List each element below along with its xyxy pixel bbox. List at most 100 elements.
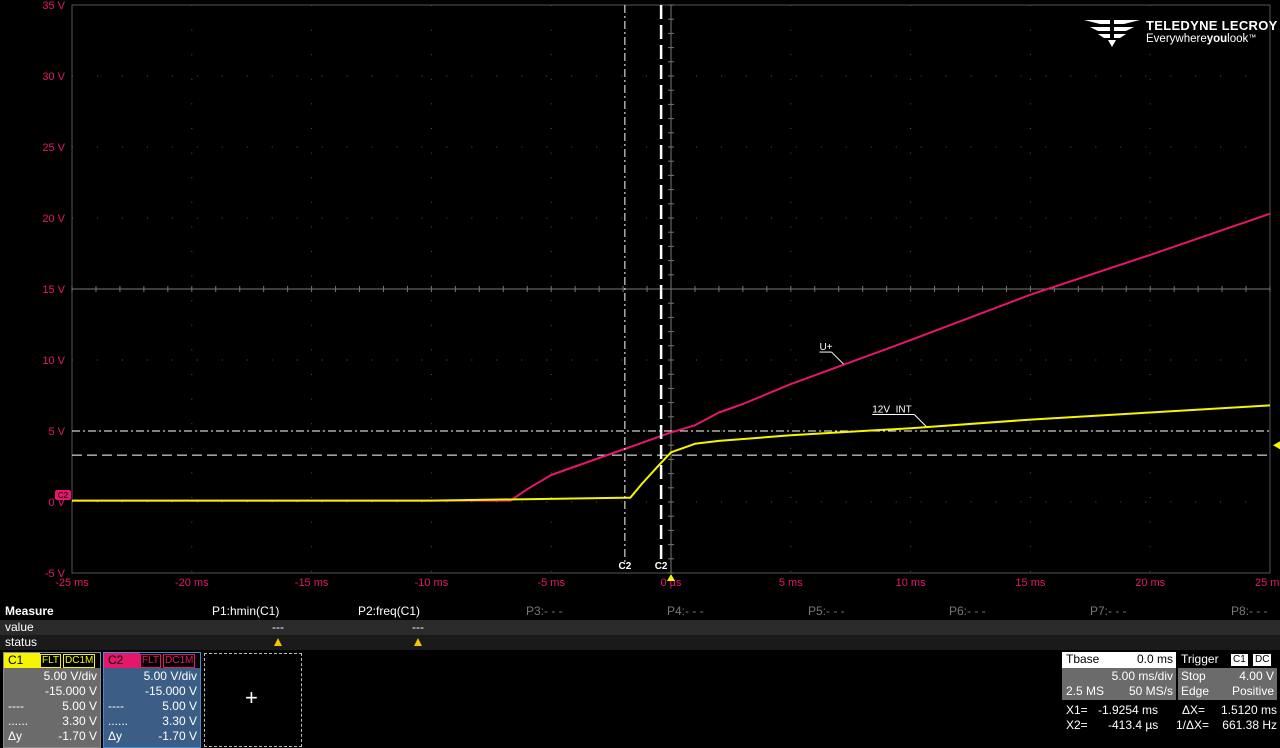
channel-c2-delta-value: -1.70 V [158, 729, 197, 743]
trigger-slope: Positive [1231, 684, 1274, 698]
cursor-inv-dx-label: 1/ΔX= [1176, 718, 1210, 732]
cursor-x1-label: X1= [1066, 703, 1088, 717]
brand-tagline: Everywhereyoulook™ [1146, 33, 1257, 45]
y-tick-label: 20 V [42, 213, 65, 225]
trigger-level-marker [1273, 441, 1280, 450]
measure-row-label-status: status [5, 635, 38, 649]
channel-c2-offset: -15.000 V [144, 684, 197, 698]
trigger-level: 4.00 V [1239, 669, 1274, 683]
channel-c2-descriptor[interactable]: C2 FLT DC1M 5.00 V/div -15.000 V ---- 5.0… [103, 652, 201, 748]
y-tick-label: 35 V [42, 0, 65, 12]
waveform-display[interactable]: -5 V0 V5 V10 V15 V20 V25 V30 V35 V-25 ms… [0, 0, 1280, 600]
channel-c1-cursor1-value: 5.00 V [62, 699, 97, 713]
channel-c1-cursor1-label: ---- [8, 699, 24, 713]
trigger-descriptor[interactable]: Trigger C1 DC Stop 4.00 V Edge Positive [1178, 652, 1277, 700]
measure-value-p1: --- [272, 620, 284, 634]
measure-param-p2[interactable]: P2:freq(C1) [358, 604, 420, 619]
vertical-cursor-label: C2 [655, 561, 668, 572]
channel-c2-body: 5.00 V/div -15.000 V ---- 5.00 V ...... 3.… [104, 668, 200, 747]
channel-c2-filter-badge: FLT [140, 654, 162, 668]
measure-row-label-value: value [5, 620, 34, 634]
y-tick-label: 15 V [42, 284, 65, 296]
cursor-x2-label: X2= [1066, 718, 1088, 732]
measure-table[interactable]: Measure P1:hmin(C1) P2:freq(C1) P3:- - -… [0, 604, 1280, 650]
channel-c1-coupling-badge: DC1M [63, 654, 96, 668]
channel-c2-cursor2-label: ...... [108, 714, 129, 728]
x-tick-label: 25 ms [1255, 577, 1280, 589]
measure-title: Measure [5, 604, 54, 618]
add-trace-button[interactable]: + [204, 653, 302, 747]
x-tick-label: 5 ms [779, 577, 803, 589]
measure-param-p8[interactable]: P8:- - - [1231, 604, 1268, 619]
measure-value-p2: --- [412, 620, 424, 634]
measure-param-p3[interactable]: P3:- - - [526, 604, 563, 619]
measure-param-p4[interactable]: P4:- - - [667, 604, 704, 619]
measure-value-row: value --- --- [0, 620, 1280, 635]
channel-c2-cursor1-value: 5.00 V [162, 699, 197, 713]
y-tick-label: 25 V [42, 142, 65, 154]
timebase-tdiv: 5.00 ms/div [1111, 669, 1173, 683]
cursor-x1-value: -1.9254 ms [1098, 703, 1159, 717]
channel-c2-cursor2-value: 3.30 V [162, 714, 197, 728]
vertical-cursor-label: C2 [618, 561, 631, 572]
annotation-leader [913, 414, 927, 427]
teledyne-logo-icon [1084, 20, 1140, 47]
trigger-mode: Stop [1181, 669, 1206, 683]
channel-c2-cursor1-label: ---- [108, 699, 124, 713]
warning-icon [274, 638, 282, 646]
cursor-dx-value: 1.5120 ms [1220, 703, 1277, 717]
trigger-coupling-chip: DC [1252, 653, 1273, 667]
measure-param-p5[interactable]: P5:- - - [808, 604, 845, 619]
timebase-rate: 50 MS/s [1128, 684, 1173, 698]
x-tick-label: 10 ms [896, 577, 926, 589]
channel-c2-header: C2 FLT DC1M [104, 653, 200, 668]
channel-c1-header: C1 FLT DC1M [4, 653, 100, 668]
x-tick-label: -5 ms [537, 577, 565, 589]
ground-marker-label: C2 [58, 491, 69, 500]
channel-c1-cursor2-label: ...... [8, 714, 29, 728]
trigger-source-chip: C1 [1230, 653, 1249, 667]
timebase-header: Tbase 0.0 ms [1062, 652, 1176, 668]
channel-c2-name: C2 [104, 653, 140, 668]
x-tick-label: -15 ms [295, 577, 329, 589]
measure-status-row: status [0, 635, 1280, 650]
trigger-title: Trigger [1181, 652, 1219, 666]
channel-c1-delta-value: -1.70 V [58, 729, 97, 743]
timebase-samples: 2.5 MS [1066, 684, 1105, 698]
timebase-descriptor[interactable]: Tbase 0.0 ms 5.00 ms/div 2.5 MS 50 MS/s [1062, 652, 1176, 700]
x-tick-label: 20 ms [1135, 577, 1165, 589]
x-tick-label: -20 ms [175, 577, 209, 589]
trigger-type: Edge [1181, 684, 1210, 698]
annotation-label: U+ [820, 342, 833, 353]
cursor-dx-label: ΔX= [1182, 703, 1206, 717]
cursor-x2-value: -413.4 µs [1108, 718, 1159, 732]
timebase-title: Tbase [1066, 652, 1100, 666]
channel-c1-cursor2-value: 3.30 V [62, 714, 97, 728]
level-markers: C2 [55, 441, 1280, 581]
channel-c1-descriptor[interactable]: C1 FLT DC1M 5.00 V/div -15.000 V ---- 5.0… [3, 652, 101, 748]
channel-c1-delta-label: Δy [8, 729, 23, 743]
y-tick-label: 10 V [42, 355, 65, 367]
channel-c1-offset: -15.000 V [44, 684, 97, 698]
channel-c2-vdiv: 5.00 V/div [143, 669, 197, 683]
x-tick-label: 15 ms [1015, 577, 1045, 589]
x-tick-label: -25 ms [55, 577, 89, 589]
y-tick-label: 5 V [48, 426, 65, 438]
grid [71, 4, 1271, 574]
channel-c2-coupling-badge: DC1M [163, 654, 196, 668]
annotation-leader [831, 351, 844, 365]
cursor-inv-dx-value: 661.38 Hz [1222, 718, 1277, 732]
y-tick-label: 30 V [42, 71, 65, 83]
measure-param-p1[interactable]: P1:hmin(C1) [212, 604, 279, 619]
trigger-header: Trigger C1 DC [1178, 652, 1277, 668]
measure-param-p6[interactable]: P6:- - - [949, 604, 986, 619]
channel-c1-name: C1 [4, 653, 40, 668]
channel-c1-body: 5.00 V/div -15.000 V ---- 5.00 V ...... 3.… [4, 668, 100, 747]
plus-icon: + [245, 685, 258, 710]
cursor-readout: X1= -1.9254 ms ΔX= 1.5120 ms X2= -413.4 … [1062, 701, 1280, 747]
measure-param-p7[interactable]: P7:- - - [1090, 604, 1127, 619]
channel-c2-delta-label: Δy [108, 729, 123, 743]
x-tick-label: -10 ms [415, 577, 449, 589]
teledyne-lecroy-logo: TELEDYNE LECROY Everywhereyoulook™ [1084, 16, 1277, 50]
channel-c1-vdiv: 5.00 V/div [43, 669, 97, 683]
